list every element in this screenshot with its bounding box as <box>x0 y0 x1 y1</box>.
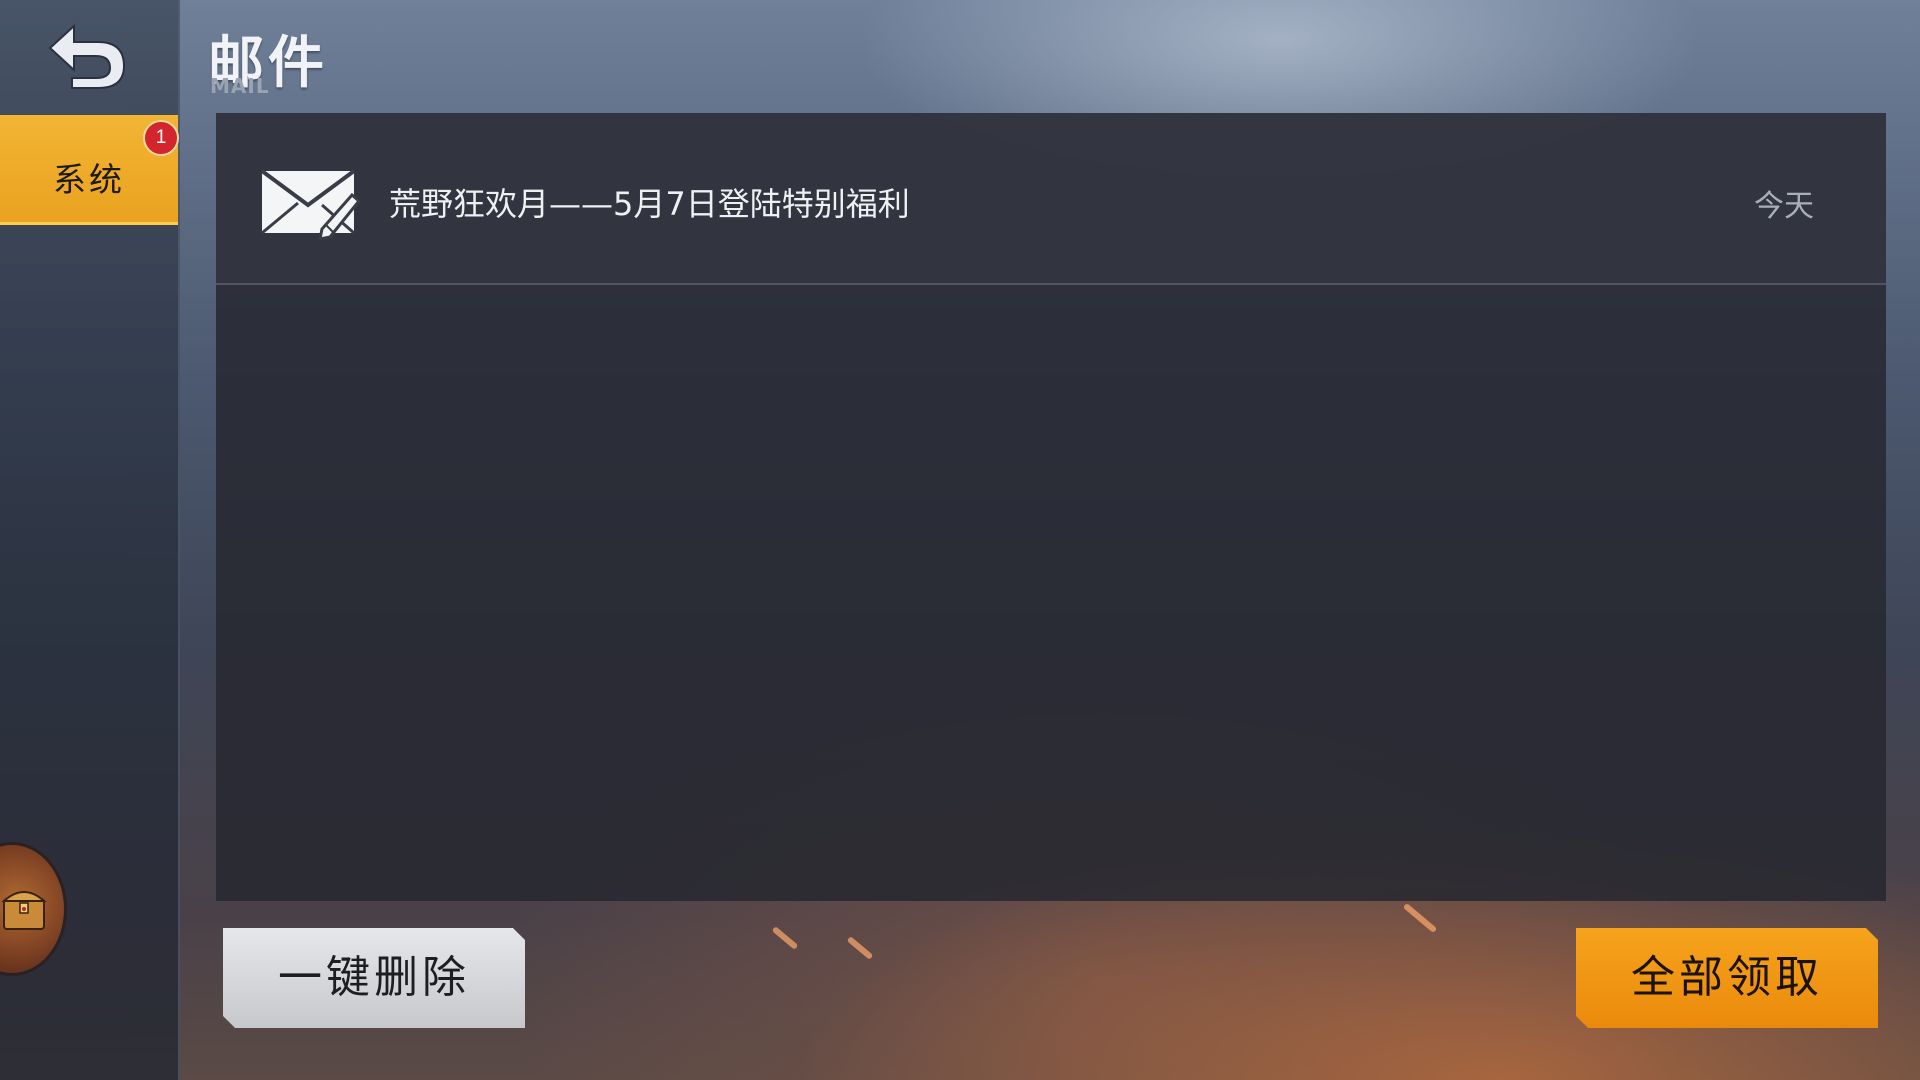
treasure-chest-icon <box>1 891 47 930</box>
mail-list-panel: 荒野狂欢月——5月7日登陆特别福利 今天 <box>216 113 1886 901</box>
notification-badge: 1 <box>143 120 179 156</box>
spark-decoration <box>771 926 799 950</box>
claim-all-label: 全部领取 <box>1631 952 1823 1003</box>
back-arrow-icon <box>48 23 126 89</box>
envelope-icon <box>260 169 360 241</box>
mail-list-item[interactable]: 荒野狂欢月——5月7日登陆特别福利 今天 <box>216 113 1886 285</box>
mail-date: 今天 <box>1754 189 1814 224</box>
delete-all-label: 一键删除 <box>278 952 470 1003</box>
tab-system-label: 系统 <box>53 160 125 199</box>
sidebar: 系统 1 <box>0 0 180 1080</box>
claim-all-button[interactable]: 全部领取 <box>1576 928 1878 1028</box>
page-subtitle: MAIL <box>210 74 270 98</box>
delete-all-button[interactable]: 一键删除 <box>223 928 525 1028</box>
mail-screen: 系统 1 邮件 MAIL 荒野狂欢月——5月7日登陆特别福利 今天 一键删除 全… <box>0 0 1920 1080</box>
back-button[interactable] <box>44 18 130 90</box>
spark-decoration <box>1402 902 1438 934</box>
treasure-chest-button[interactable] <box>0 845 64 973</box>
mail-subject: 荒野狂欢月——5月7日登陆特别福利 <box>389 185 910 223</box>
spark-decoration <box>846 936 874 960</box>
